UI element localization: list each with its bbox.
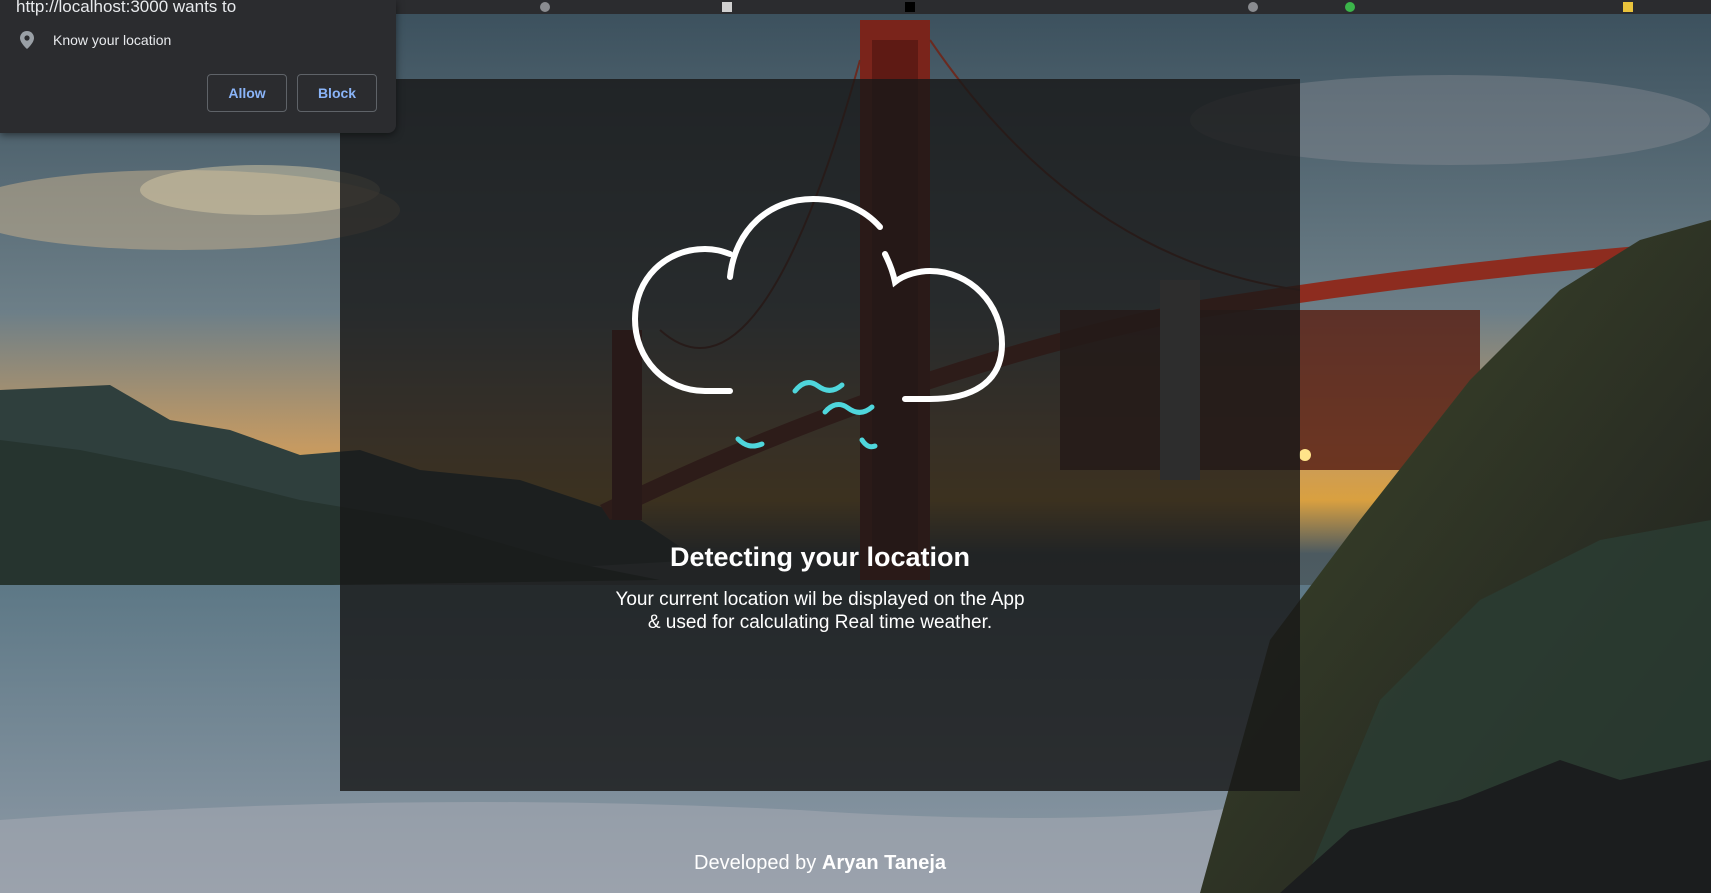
location-permission-dialog: http://localhost:3000 wants to Know your…: [0, 0, 396, 133]
footer-credit: Developed by Aryan Taneja: [0, 852, 1640, 875]
toolbar-icon[interactable]: [722, 2, 732, 12]
footer-prefix: Developed by: [694, 852, 817, 874]
loader-description-line-1: Your current location wil be displayed o…: [615, 589, 1025, 610]
permission-request: Know your location: [20, 29, 171, 51]
block-button[interactable]: Block: [297, 74, 377, 112]
toolbar-icon[interactable]: [540, 2, 550, 12]
location-loader-card: Detecting your location Your current loc…: [340, 79, 1300, 791]
loader-description-line-2: & used for calculating Real time weather…: [647, 612, 993, 633]
cloud-wind-icon: [631, 195, 1006, 450]
loader-description: Your current location wil be displayed o…: [340, 588, 1300, 634]
toolbar-icon[interactable]: [1345, 2, 1355, 12]
allow-button[interactable]: Allow: [207, 74, 287, 112]
toolbar-icon[interactable]: [1623, 2, 1633, 12]
loader-heading: Detecting your location: [669, 542, 971, 572]
permission-request-label: Know your location: [53, 32, 172, 48]
footer-author: Aryan Taneja: [821, 852, 946, 874]
permission-title: http://localhost:3000 wants to: [16, 0, 237, 16]
location-pin-icon: [20, 31, 34, 49]
app-page: http://localhost:3000 wants to Know your…: [0, 0, 1711, 893]
toolbar-icon[interactable]: [1248, 2, 1258, 12]
toolbar-icon[interactable]: [905, 2, 915, 12]
